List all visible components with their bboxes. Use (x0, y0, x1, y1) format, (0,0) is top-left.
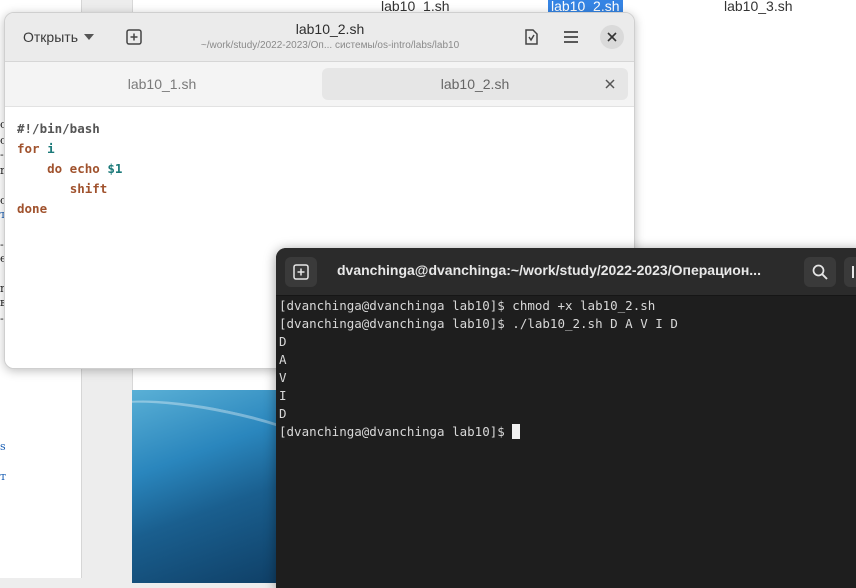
terminal-line: D (279, 406, 287, 421)
open-button-label: Открыть (23, 29, 78, 45)
background-wallpaper-thumbnail (132, 390, 282, 583)
new-tab-icon (293, 264, 309, 280)
terminal-line: V (279, 370, 287, 385)
terminal-prompt: [dvanchinga@dvanchinga lab10]$ (279, 424, 513, 439)
menu-icon (852, 266, 854, 278)
tab-lab10-2[interactable]: lab10_2.sh (322, 68, 628, 100)
code-line: #!/bin/bash (17, 121, 100, 136)
new-tab-icon (126, 29, 142, 45)
new-document-button[interactable] (122, 25, 146, 49)
hamburger-menu-icon (564, 31, 578, 43)
terminal-line: [dvanchinga@dvanchinga lab10]$ ./lab10_2… (279, 316, 678, 331)
doc-fragment: s (0, 440, 6, 453)
terminal-search-button[interactable] (804, 257, 836, 287)
save-icon (525, 29, 538, 45)
terminal-line: D (279, 334, 287, 349)
window-title: lab10_2.sh (295, 21, 365, 37)
text-cursor (512, 424, 521, 439)
open-button[interactable]: Открыть (15, 24, 102, 50)
editor-tab-bar: lab10_1.sh lab10_2.sh (5, 62, 634, 107)
file-item[interactable]: lab10_3.sh (721, 0, 796, 14)
terminal-line: A (279, 352, 287, 367)
terminal-line: I (279, 388, 287, 403)
terminal-line: [dvanchinga@dvanchinga lab10]$ chmod +x … (279, 298, 656, 313)
chevron-down-icon (83, 34, 94, 40)
terminal-window: dvanchinga@dvanchinga:~/work/study/2022-… (276, 248, 856, 588)
save-button[interactable] (519, 25, 543, 49)
tab-label: lab10_1.sh (127, 76, 197, 92)
terminal-new-tab-button[interactable] (285, 257, 317, 287)
editor-header-bar: Открыть lab10_2.sh ~/work/study/2022-202… (5, 13, 634, 62)
search-icon (812, 264, 828, 280)
terminal-menu-button[interactable] (844, 257, 856, 287)
tab-label: lab10_2.sh (440, 76, 510, 92)
doc-fragment: т (0, 470, 7, 483)
window-subtitle-path: ~/work/study/2022-2023/Оп... системы/os-… (200, 40, 460, 51)
main-menu-button[interactable] (559, 25, 583, 49)
window-close-button[interactable] (600, 25, 624, 49)
tab-lab10-1[interactable]: lab10_1.sh (11, 68, 313, 100)
close-icon (607, 32, 617, 42)
wallpaper-wave (132, 390, 282, 500)
terminal-output[interactable]: [dvanchinga@dvanchinga lab10]$ chmod +x … (279, 297, 856, 588)
terminal-prompt-line: [dvanchinga@dvanchinga lab10]$ (279, 423, 521, 441)
code-line: shift (69, 181, 108, 196)
code-line: do echo $1 (47, 161, 123, 176)
terminal-title: dvanchinga@dvanchinga:~/work/study/2022-… (337, 262, 761, 278)
code-line: done (17, 201, 48, 216)
code-line: for i (17, 141, 55, 156)
terminal-header-bar: dvanchinga@dvanchinga:~/work/study/2022-… (276, 248, 856, 296)
tab-close-icon[interactable] (602, 76, 618, 92)
